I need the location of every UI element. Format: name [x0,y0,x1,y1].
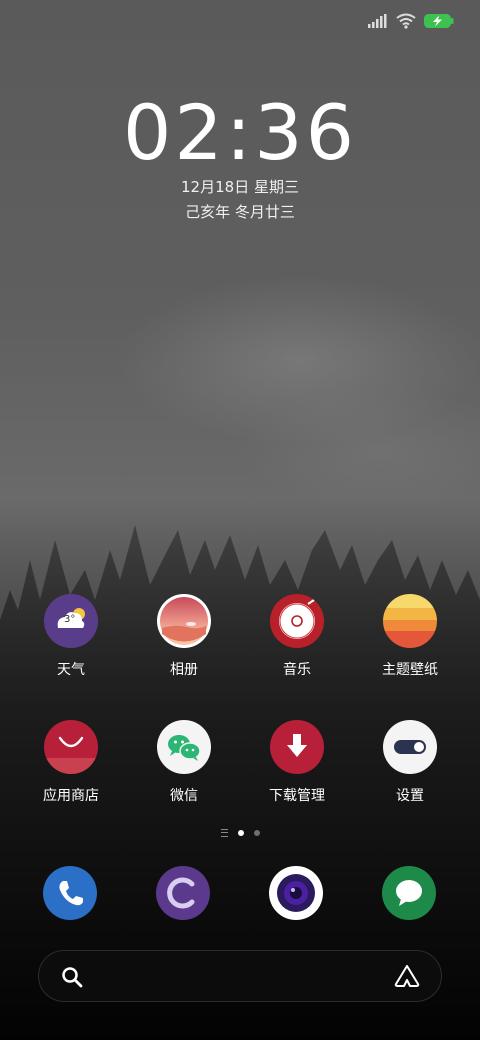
wechat-icon [157,720,211,774]
page-indicator[interactable] [0,829,480,837]
download-icon [270,720,324,774]
app-themes[interactable]: 主题壁纸 [360,594,460,679]
app-label: 下载管理 [269,788,325,804]
solar-date: 12月18日 星期三 [181,178,299,196]
camera-icon [277,874,315,912]
app-gallery[interactable]: 相册 [134,594,234,679]
phone-icon [59,881,83,906]
app-label: 微信 [170,788,198,804]
app-store[interactable]: 应用商店 [21,720,121,805]
clock-separator: : [225,88,255,177]
app-label: 主题壁纸 [382,662,438,678]
assistant-icon[interactable] [393,964,421,988]
browser-icon [167,877,195,909]
lock-clock: 02:36 [0,88,480,177]
app-wechat[interactable]: 微信 [134,720,234,805]
dock-browser-app[interactable] [156,866,210,920]
clock-hours: 02 [122,88,226,177]
app-settings[interactable]: 设置 [360,720,460,805]
signal-bars-icon [368,14,387,28]
search-icon[interactable] [61,966,83,988]
page-dot-1 [237,830,244,836]
wifi-icon [396,13,416,29]
app-weather[interactable]: 3° 天气 [21,594,121,679]
app-store-icon [44,720,98,774]
app-downloads[interactable]: 下载管理 [247,720,347,805]
themes-icon [383,594,437,648]
weather-icon: 3° [44,594,98,648]
settings-toggle-icon [383,720,437,774]
app-label: 相册 [170,662,198,678]
messages-icon [396,880,422,906]
dock-messages-app[interactable] [382,866,436,920]
status-bar [368,10,454,32]
battery-charging-icon [424,14,454,28]
page-dot-2 [253,830,260,836]
weather-temp: 3° [64,614,76,625]
app-music[interactable]: 音乐 [247,594,347,679]
dock-phone-app[interactable] [43,866,97,920]
app-label: 音乐 [283,662,311,678]
search-bar[interactable] [38,950,442,1002]
app-label: 设置 [396,788,424,804]
lunar-date: 己亥年 冬月廿三 [185,203,295,221]
music-icon [270,594,324,648]
app-label: 应用商店 [43,788,99,804]
app-label: 天气 [57,662,85,678]
gallery-icon [157,594,211,648]
dock-camera-app[interactable] [269,866,323,920]
clock-minutes: 36 [254,88,358,177]
all-apps-indicator-icon [220,829,228,837]
